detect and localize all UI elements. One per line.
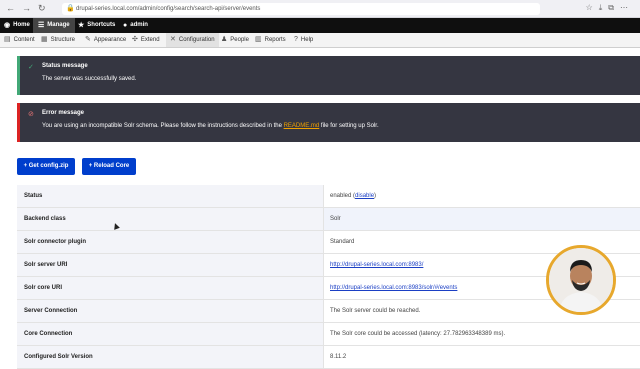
row-label: Solr connector plugin (17, 231, 323, 253)
row-label: Core Connection (17, 323, 323, 345)
status-message: ✓ Status message The server was successf… (17, 56, 640, 95)
tray-item-people[interactable]: ♟ People (221, 33, 249, 47)
back-icon[interactable]: ← (6, 3, 15, 13)
tray-item-help[interactable]: ? Help (294, 33, 313, 47)
tray-item-configuration[interactable]: ✕ Configuration (166, 33, 219, 47)
toolbar-manage-label: Manage (47, 22, 70, 28)
row-label: Solr server URI (17, 254, 323, 276)
tray-item-structure[interactable]: ▦ Structure (41, 33, 75, 47)
browser-url-bar: ← → ↻ 🔒 drupal-series.local.com/admin/co… (0, 0, 640, 18)
structure-icon: ▦ (41, 36, 48, 43)
drupal-drop-icon: ◉ (4, 22, 11, 29)
tray-item-content[interactable]: ▤ Content (4, 33, 35, 47)
table-row: Configured Solr Version 8.11.2 (17, 346, 640, 369)
toolbar-shortcuts-label: Shortcuts (87, 22, 116, 28)
address-text: drupal-series.local.com/admin/config/sea… (76, 6, 261, 12)
lock-icon: 🔒 (66, 5, 75, 12)
admin-toolbar: ◉ Home ☰ Manage ★ Shortcuts ● admin (0, 18, 640, 33)
tray-item-label: Extend (140, 37, 160, 43)
help-icon: ? (294, 36, 298, 43)
tray-item-appearance[interactable]: ✎ Appearance (85, 33, 126, 47)
tray-item-reports[interactable]: ▥ Reports (255, 33, 286, 47)
browser-tools-icon[interactable]: ☆⤓⧉⋯ (586, 3, 634, 13)
menu-icon: ☰ (38, 22, 45, 29)
status-suffix: ) (374, 193, 377, 199)
presenter-avatar-icon (549, 248, 613, 312)
tray-item-label: Appearance (93, 37, 127, 43)
toolbar-user[interactable]: ● admin (123, 18, 148, 33)
error-icon: ⊘ (28, 111, 34, 118)
star-icon: ★ (78, 22, 85, 29)
row-value: Solr (323, 208, 640, 230)
status-text: enabled ( (330, 193, 356, 199)
server-uri-link[interactable]: http://drupal-series.local.com:8983/ (330, 262, 423, 268)
core-uri-link[interactable]: http://drupal-series.local.com:8983/solr… (330, 285, 457, 291)
brush-icon: ✎ (85, 36, 91, 43)
tray-item-label: People (230, 37, 249, 43)
presenter-webcam (546, 245, 616, 315)
row-label: Status (17, 185, 323, 207)
status-message-title: Status message (42, 63, 88, 69)
tray-item-extend[interactable]: ✣ Extend (132, 33, 160, 47)
puzzle-icon: ✣ (132, 36, 138, 43)
admin-tray: ▤ Content ▦ Structure ✎ Appearance ✣ Ext… (0, 33, 640, 48)
check-icon: ✓ (28, 64, 34, 71)
table-row: Core Connection The Solr core could be a… (17, 323, 640, 346)
toolbar-shortcuts[interactable]: ★ Shortcuts (78, 18, 115, 33)
people-icon: ♟ (221, 36, 228, 43)
row-label: Solr core URI (17, 277, 323, 299)
content-icon: ▤ (4, 36, 11, 43)
forward-icon[interactable]: → (22, 3, 31, 13)
error-message-title: Error message (42, 110, 85, 116)
row-label: Configured Solr Version (17, 346, 323, 368)
toolbar-manage[interactable]: ☰ Manage (33, 18, 75, 33)
row-value: 8.11.2 (323, 346, 640, 368)
tray-item-label: Content (13, 37, 35, 43)
row-label: Backend class (17, 208, 323, 230)
table-row: Server Connection The Solr server could … (17, 300, 640, 323)
toolbar-user-label: admin (130, 22, 148, 28)
error-text-after: file for setting up Solr. (319, 123, 379, 129)
tray-item-label: Configuration (178, 37, 215, 43)
status-message-body: The server was successfully saved. (42, 76, 137, 82)
tray-item-label: Help (300, 37, 314, 43)
error-text-before: You are using an incompatible Solr schem… (42, 123, 284, 129)
address-input[interactable]: 🔒 drupal-series.local.com/admin/config/s… (62, 3, 540, 15)
wrench-icon: ✕ (170, 36, 176, 43)
chart-icon: ▥ (255, 36, 262, 43)
row-value: The Solr core could be accessed (latency… (323, 323, 640, 345)
error-message-body: You are using an incompatible Solr schem… (42, 123, 379, 129)
user-icon: ● (123, 22, 128, 29)
tray-item-label: Structure (50, 37, 75, 43)
get-config-button[interactable]: + Get config.zip (17, 158, 75, 175)
tray-item-label: Reports (264, 37, 286, 43)
reload-core-button[interactable]: + Reload Core (82, 158, 136, 175)
reload-icon[interactable]: ↻ (38, 3, 46, 14)
disable-link[interactable]: disable (355, 193, 374, 199)
toolbar-home[interactable]: ◉ Home (4, 18, 30, 33)
row-value: enabled (disable) (323, 185, 640, 207)
table-row: Solr connector plugin Standard (17, 231, 640, 254)
table-row: Backend class Solr (17, 208, 640, 231)
error-message: ⊘ Error message You are using an incompa… (17, 103, 640, 142)
table-row: Status enabled (disable) (17, 185, 640, 208)
toolbar-home-label: Home (13, 22, 30, 28)
row-label: Server Connection (17, 300, 323, 322)
readme-link[interactable]: README.md (284, 123, 320, 129)
